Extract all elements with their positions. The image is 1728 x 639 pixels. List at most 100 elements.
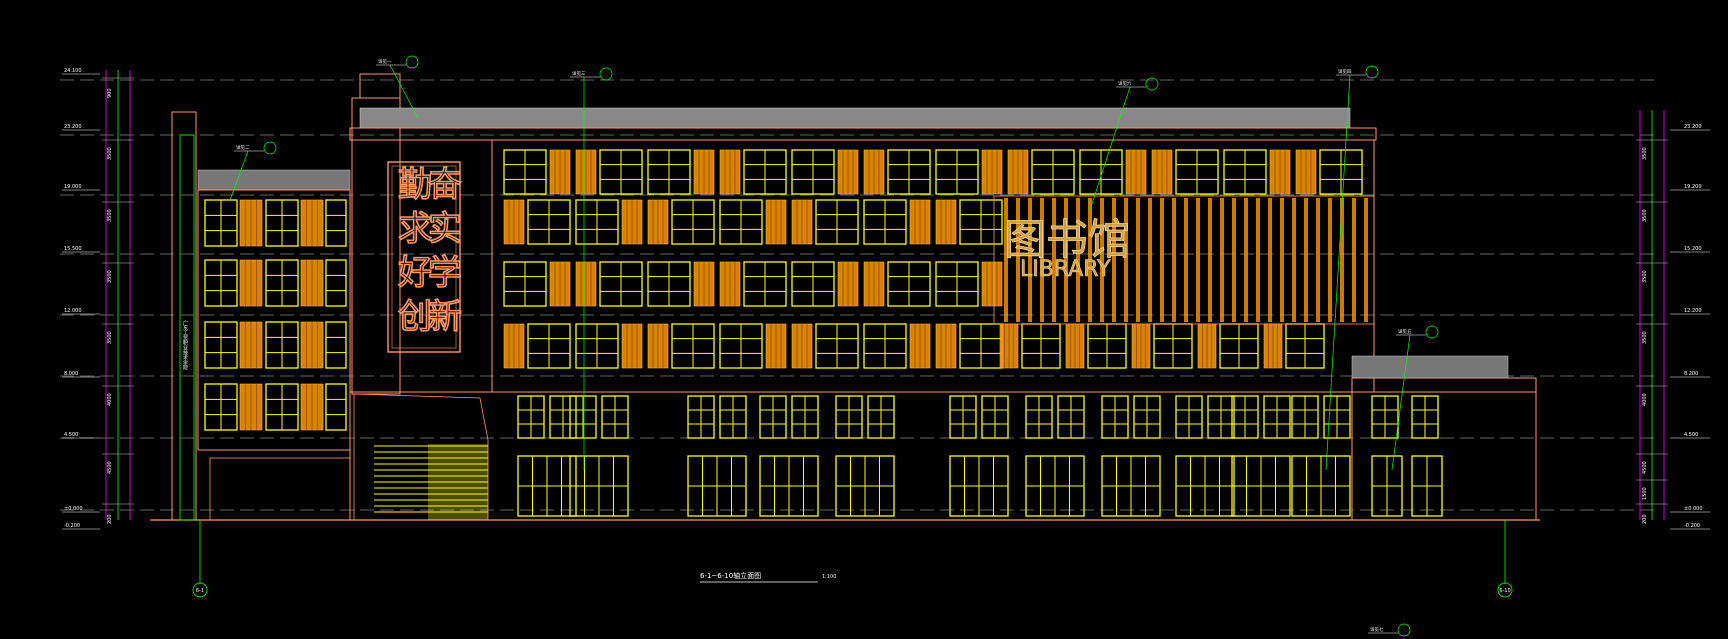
dimension-label: 3500 xyxy=(1642,209,1648,222)
motto-character: 奋 xyxy=(428,165,462,205)
sunscreen-panel xyxy=(503,323,525,369)
sunscreen-panel xyxy=(863,149,885,195)
sunscreen-panel xyxy=(935,199,957,245)
sunscreen-panel xyxy=(621,199,643,245)
elevation-label: 24.100 xyxy=(64,68,82,74)
callout-label: 详见七 xyxy=(1370,626,1384,633)
callout-label: 详见二 xyxy=(236,144,250,151)
dimension-label: 3500 xyxy=(1642,270,1648,283)
dimension-label: 3500 xyxy=(107,209,113,222)
library-fin xyxy=(1244,198,1248,322)
callout-label: 详见一 xyxy=(378,58,392,65)
sunscreen-panel xyxy=(300,321,324,369)
dimension-label: 3500 xyxy=(1642,147,1648,160)
right-annex-roof xyxy=(1351,355,1509,379)
library-fin xyxy=(1184,198,1188,322)
elevation-label: 12.200 xyxy=(1684,308,1702,314)
motto-character: 创 xyxy=(398,297,432,337)
sunscreen-panel xyxy=(837,261,859,307)
stair-hatch xyxy=(428,444,488,520)
sunscreen-panel xyxy=(765,323,787,369)
motto-character: 实 xyxy=(428,209,462,249)
canvas-background xyxy=(0,0,1728,639)
callout-label: 详见四 xyxy=(1338,68,1352,75)
sunscreen-panel xyxy=(1151,149,1173,195)
axis-label-left: 6-1 xyxy=(196,588,204,594)
sunscreen-panel xyxy=(300,259,324,307)
sunscreen-panel xyxy=(239,321,263,369)
drawing-scale: 1:100 xyxy=(822,574,836,580)
sunscreen-panel xyxy=(863,261,885,307)
library-fin xyxy=(1292,198,1296,322)
dimension-label: 4500 xyxy=(107,461,113,474)
sunscreen-panel xyxy=(719,149,741,195)
sunscreen-panel xyxy=(503,199,525,245)
sunscreen-panel xyxy=(999,323,1019,369)
library-fin xyxy=(1304,198,1308,322)
sunscreen-panel xyxy=(1131,323,1151,369)
elevation-label: 4.500 xyxy=(1684,432,1698,438)
library-fin xyxy=(1364,198,1368,322)
library-fin xyxy=(1316,198,1320,322)
sunscreen-panel xyxy=(1269,149,1291,195)
elevation-label: 4.500 xyxy=(64,432,78,438)
elevation-label: 19.200 xyxy=(1684,184,1702,190)
motto-character: 新 xyxy=(428,297,462,337)
dimension-label: 4500 xyxy=(1642,461,1648,474)
library-fin xyxy=(1340,198,1344,322)
dimension-label: 3500 xyxy=(107,331,113,344)
dimension-label: 3500 xyxy=(107,147,113,160)
sunscreen-panel xyxy=(300,383,324,431)
library-fin xyxy=(1328,198,1332,322)
dimension-label: 200 xyxy=(1642,514,1648,524)
motto-character: 好 xyxy=(398,253,432,293)
sunscreen-panel xyxy=(300,199,324,247)
sunscreen-panel xyxy=(575,261,597,307)
elevation-label: 8.200 xyxy=(1684,371,1698,377)
sunscreen-panel xyxy=(981,261,1003,307)
sunscreen-panel xyxy=(693,261,715,307)
sunscreen-panel xyxy=(719,261,741,307)
dimension-label: 1500 xyxy=(1642,487,1648,500)
sunscreen-panel xyxy=(981,149,1003,195)
sunscreen-panel xyxy=(621,323,643,369)
library-fin xyxy=(1196,198,1200,322)
school-name-vertical: 广东工贸职业技术学院 xyxy=(182,319,188,371)
callout-label: 详见三 xyxy=(572,70,586,77)
elevation-label: 8.000 xyxy=(64,371,78,377)
sunscreen-panel xyxy=(647,323,669,369)
sunscreen-panel xyxy=(239,259,263,307)
sunscreen-panel xyxy=(693,149,715,195)
drawing-title: 6-1~6-10轴立面图 xyxy=(700,571,761,580)
dimension-label: 200 xyxy=(107,514,113,524)
sunscreen-panel xyxy=(935,323,957,369)
library-fin xyxy=(1160,198,1164,322)
sunscreen-panel xyxy=(647,199,669,245)
sunscreen-panel xyxy=(837,149,859,195)
motto-character: 勤 xyxy=(398,165,432,205)
sunscreen-panel xyxy=(575,149,597,195)
sunscreen-panel xyxy=(239,199,263,247)
elevation-label: 23.200 xyxy=(1684,124,1702,130)
elevation-drawing: 24.100 23.200 19.000 15.500 12.000 8.000 4.500… xyxy=(0,0,1728,639)
library-fin xyxy=(1172,198,1176,322)
sunscreen-panel xyxy=(549,261,571,307)
callout-label: 详见六 xyxy=(1118,80,1132,87)
sunscreen-panel xyxy=(791,323,813,369)
elevation-label: 12.000 xyxy=(64,308,82,314)
library-fin xyxy=(1208,198,1212,322)
elevation-label: ±0.000 xyxy=(64,506,83,512)
dimension-label: 900 xyxy=(107,88,113,98)
library-fin xyxy=(1268,198,1272,322)
roof-parapet-main xyxy=(359,107,1351,129)
dimension-label: 4000 xyxy=(1642,393,1648,406)
callout-label: 详见五 xyxy=(1398,328,1412,335)
motto-character: 学 xyxy=(428,253,462,293)
sunscreen-panel xyxy=(1295,149,1317,195)
library-fin xyxy=(1232,198,1236,322)
motto-character: 求 xyxy=(398,209,432,249)
elevation-label: -0.200 xyxy=(1684,523,1700,529)
sunscreen-panel xyxy=(791,199,813,245)
sunscreen-panel xyxy=(1007,149,1029,195)
sunscreen-panel xyxy=(1065,323,1085,369)
